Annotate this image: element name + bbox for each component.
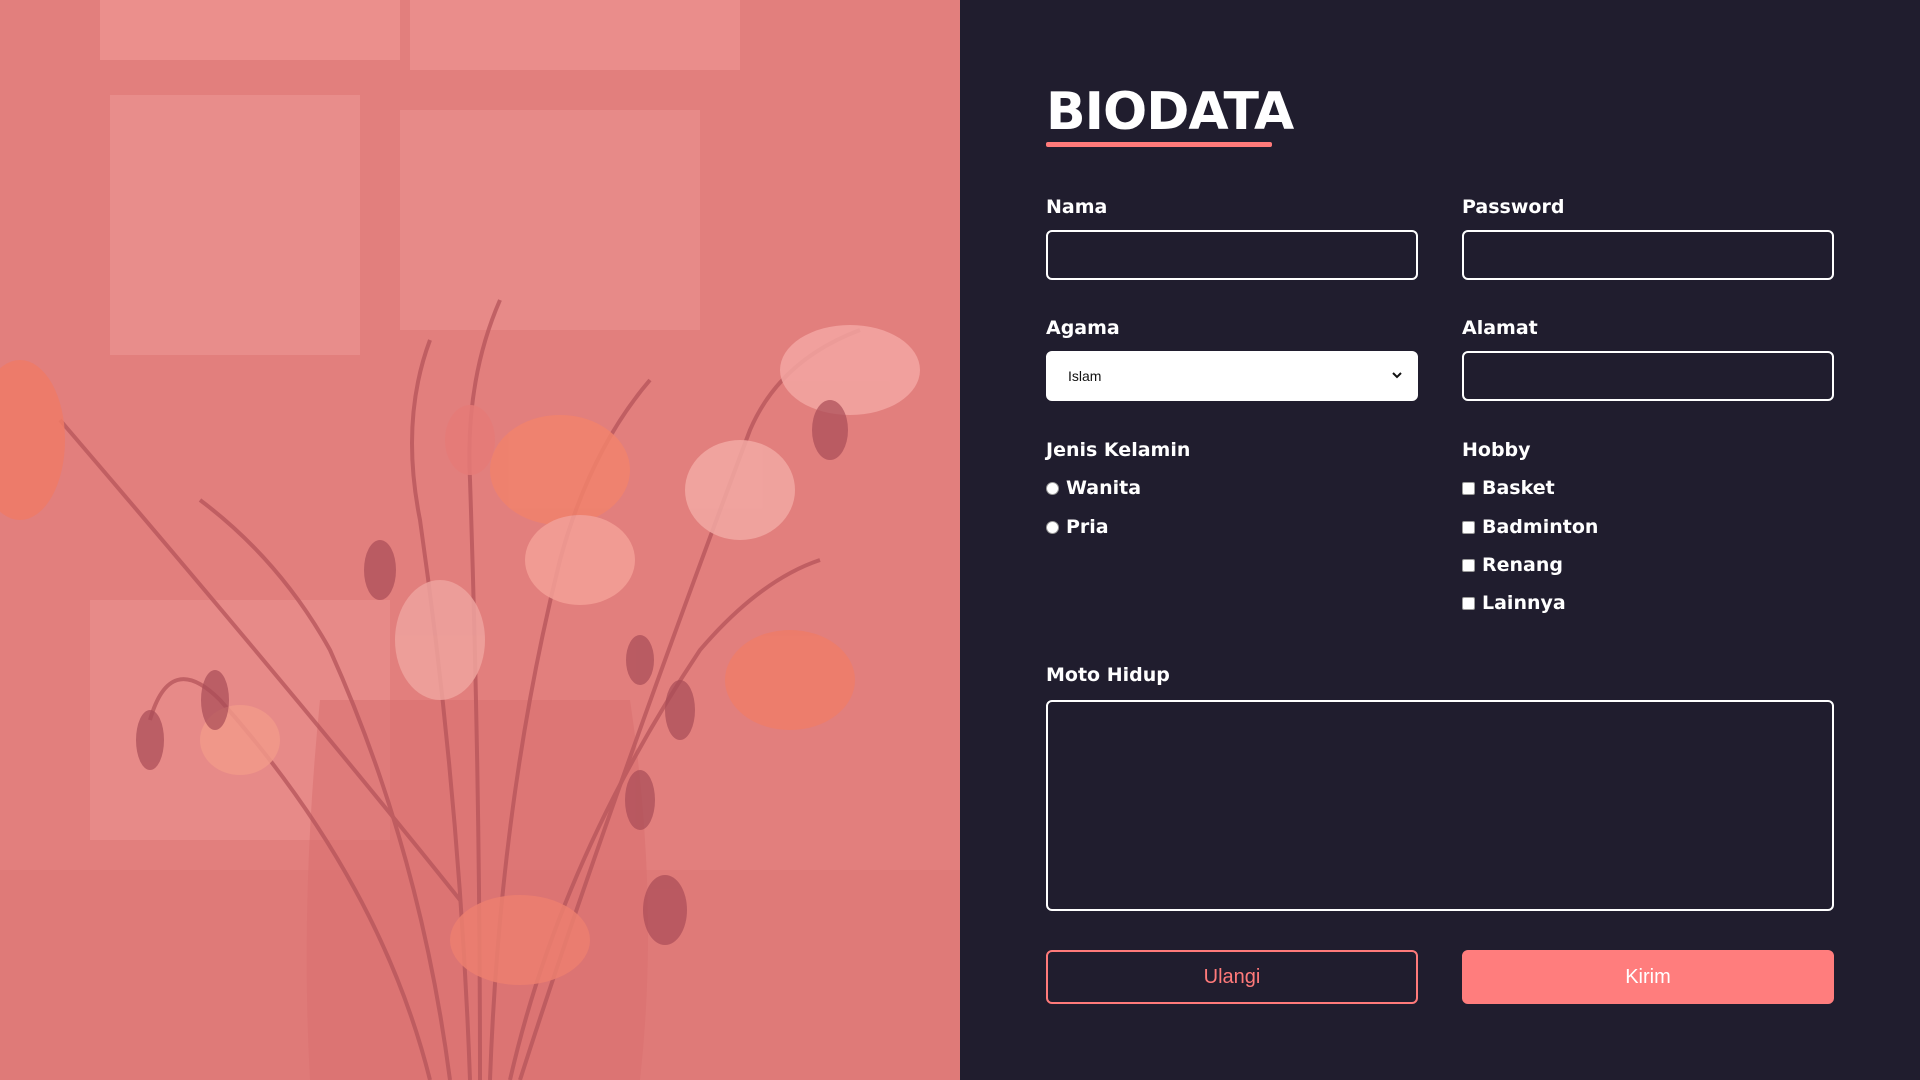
flower-photo xyxy=(0,0,960,1080)
checkbox[interactable] xyxy=(1462,596,1475,610)
title-underline xyxy=(1046,142,1272,147)
hobby-option-basket[interactable]: Basket xyxy=(1462,477,1555,499)
biodata-form: BIODATA Nama Password Agama Islam Alamat… xyxy=(960,0,1920,1080)
hobby-option-renang[interactable]: Renang xyxy=(1462,554,1563,576)
checkbox[interactable] xyxy=(1462,520,1475,534)
hobby-option-label: Badminton xyxy=(1482,516,1599,538)
hobby-option-badminton[interactable]: Badminton xyxy=(1462,516,1598,538)
hobby-option-label: Basket xyxy=(1482,477,1555,499)
agama-select[interactable]: Islam xyxy=(1046,351,1418,401)
hobby-option-label: Renang xyxy=(1482,554,1563,576)
radio-button[interactable] xyxy=(1046,481,1059,495)
checkbox[interactable] xyxy=(1462,481,1475,495)
gender-option-label: Pria xyxy=(1066,516,1109,538)
nama-label: Nama xyxy=(1046,196,1108,218)
moto-label: Moto Hidup xyxy=(1046,664,1170,686)
agama-label: Agama xyxy=(1046,317,1120,339)
nama-input[interactable] xyxy=(1046,230,1418,280)
alamat-label: Alamat xyxy=(1462,317,1538,339)
gender-option-pria[interactable]: Pria xyxy=(1046,516,1109,538)
hobby-option-lainnya[interactable]: Lainnya xyxy=(1462,592,1566,614)
agama-selected-value: Islam xyxy=(1068,368,1102,384)
password-label: Password xyxy=(1462,196,1565,218)
gender-option-label: Wanita xyxy=(1066,477,1142,499)
reset-button[interactable]: Ulangi xyxy=(1046,950,1418,1004)
page-title: BIODATA xyxy=(1046,82,1294,142)
gender-option-wanita[interactable]: Wanita xyxy=(1046,477,1141,499)
moto-textarea[interactable] xyxy=(1046,700,1834,911)
hobby-label: Hobby xyxy=(1462,439,1531,461)
gender-label: Jenis Kelamin xyxy=(1046,439,1191,461)
password-input[interactable] xyxy=(1462,230,1834,280)
flower-photo-illustration xyxy=(0,0,960,1080)
alamat-input[interactable] xyxy=(1462,351,1834,401)
chevron-down-icon xyxy=(1392,372,1402,379)
checkbox[interactable] xyxy=(1462,558,1475,572)
hobby-option-label: Lainnya xyxy=(1482,592,1566,614)
radio-button[interactable] xyxy=(1046,520,1059,534)
submit-button[interactable]: Kirim xyxy=(1462,950,1834,1004)
